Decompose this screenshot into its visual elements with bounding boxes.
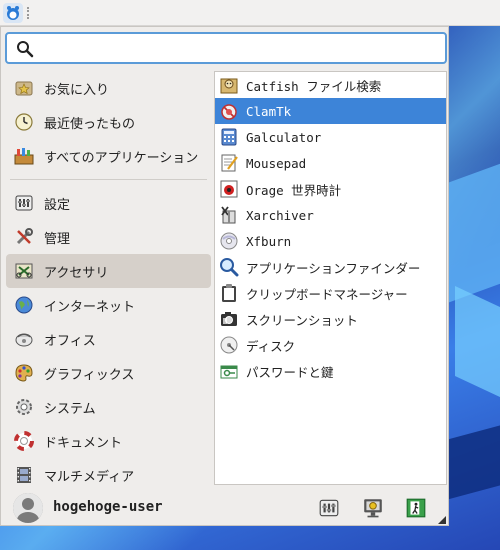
whisker-menu: お気に入り 最近使ったもの すべてのアプリケーション 設定 管理 アクセサリ イ…	[0, 26, 449, 526]
app-label: パスワードと鍵	[246, 364, 334, 380]
app-label: クリップボードマネージャー	[246, 286, 408, 302]
category-label: すべてのアプリケーション	[44, 150, 199, 166]
app-item-orage-clock[interactable]: Orage 世界時計	[215, 176, 446, 202]
screenshot-icon	[218, 308, 240, 330]
category-accessories[interactable]: アクセサリ	[6, 254, 211, 288]
app-finder-icon	[218, 256, 240, 278]
multimedia-film-icon	[12, 463, 36, 487]
category-favorites[interactable]: お気に入り	[6, 71, 211, 105]
panel-handle[interactable]	[27, 7, 31, 19]
app-item-app-finder[interactable]: アプリケーションファインダー	[215, 254, 446, 280]
logout-button[interactable]	[404, 496, 428, 520]
app-label: アプリケーションファインダー	[246, 260, 421, 276]
category-label: アクセサリ	[44, 265, 109, 281]
text-editor-icon	[218, 152, 240, 174]
category-label: オフィス	[44, 333, 96, 349]
recent-clock-icon	[12, 110, 36, 134]
app-item-mousepad[interactable]: Mousepad	[215, 150, 446, 176]
app-label: Xfburn	[246, 233, 292, 249]
favorites-icon	[12, 76, 36, 100]
calculator-icon	[218, 126, 240, 148]
category-admin[interactable]: 管理	[6, 220, 211, 254]
app-label: Orage 世界時計	[246, 182, 342, 198]
category-system[interactable]: システム	[6, 390, 211, 424]
globe-icon	[12, 293, 36, 317]
archiver-icon	[218, 204, 240, 226]
catfish-icon	[218, 74, 240, 96]
clipboard-icon	[218, 282, 240, 304]
app-item-galculator[interactable]: Galculator	[215, 124, 446, 150]
wallpaper-shape	[455, 286, 500, 404]
passwords-keys-icon	[218, 360, 240, 382]
lock-screen-button[interactable]	[361, 496, 385, 520]
category-label: ドキュメント	[44, 435, 123, 451]
wallpaper-shape	[448, 420, 500, 500]
app-label: ClamTk	[246, 103, 292, 119]
menu-footer: hogehoge-user	[1, 490, 448, 526]
app-item-xfburn[interactable]: Xfburn	[215, 228, 446, 254]
category-recent[interactable]: 最近使ったもの	[6, 105, 211, 139]
category-internet[interactable]: インターネット	[6, 288, 211, 322]
wallpaper-shape	[448, 157, 500, 303]
disc-burner-icon	[218, 230, 240, 252]
app-label: ディスク	[246, 338, 296, 354]
whisker-menu-button[interactable]	[3, 3, 23, 23]
application-list: Catfish ファイル検索 ClamTk Galculator Mousepa…	[214, 71, 447, 485]
category-label: お気に入り	[44, 82, 110, 98]
app-label: スクリーンショット	[246, 312, 358, 328]
app-item-catfish[interactable]: Catfish ファイル検索	[215, 72, 446, 98]
category-label: 設定	[44, 197, 71, 213]
app-item-screenshot[interactable]: スクリーンショット	[215, 306, 446, 332]
search-box[interactable]	[5, 32, 447, 64]
logout-icon	[406, 498, 426, 518]
graphics-palette-icon	[12, 361, 36, 385]
category-label: インターネット	[44, 299, 136, 315]
category-list: お気に入り 最近使ったもの すべてのアプリケーション 設定 管理 アクセサリ イ…	[6, 71, 211, 492]
disks-icon	[218, 334, 240, 356]
category-documents[interactable]: ドキュメント	[6, 424, 211, 458]
help-lifebuoy-icon	[12, 429, 36, 453]
category-label: 管理	[44, 231, 71, 247]
top-panel	[0, 0, 500, 26]
admin-tools-icon	[12, 225, 36, 249]
username: hogehoge-user	[53, 499, 163, 515]
search-input[interactable]	[39, 37, 439, 59]
settings-manager-button[interactable]	[317, 496, 341, 520]
category-all-applications[interactable]: すべてのアプリケーション	[6, 139, 211, 173]
category-label: マルチメディア	[44, 469, 135, 485]
category-label: システム	[44, 401, 96, 417]
avatar	[13, 493, 43, 523]
category-settings[interactable]: 設定	[6, 186, 211, 220]
app-item-clamtk[interactable]: ClamTk	[215, 98, 446, 124]
lock-screen-icon	[364, 499, 382, 518]
resize-grip[interactable]	[438, 516, 446, 524]
world-clock-icon	[218, 178, 240, 200]
all-apps-icon	[12, 144, 36, 168]
office-icon	[12, 327, 36, 351]
separator	[10, 179, 207, 180]
app-label: Catfish ファイル検索	[246, 78, 382, 94]
category-office[interactable]: オフィス	[6, 322, 211, 356]
category-label: 最近使ったもの	[44, 116, 136, 132]
app-item-clipboard[interactable]: クリップボードマネージャー	[215, 280, 446, 306]
app-label: Xarchiver	[246, 207, 314, 223]
app-label: Galculator	[246, 129, 322, 145]
xfce-mouse-icon	[7, 6, 19, 20]
category-multimedia[interactable]: マルチメディア	[6, 458, 211, 492]
category-graphics[interactable]: グラフィックス	[6, 356, 211, 390]
app-item-xarchiver[interactable]: Xarchiver	[215, 202, 446, 228]
app-label: Mousepad	[246, 155, 307, 171]
settings-icon	[12, 191, 36, 215]
app-item-disks[interactable]: ディスク	[215, 332, 446, 358]
settings-icon	[319, 499, 339, 517]
app-item-passwords-keys[interactable]: パスワードと鍵	[215, 358, 446, 384]
accessories-icon	[12, 259, 36, 283]
search-icon	[17, 41, 34, 58]
clamtk-icon	[218, 100, 240, 122]
category-label: グラフィックス	[44, 367, 135, 383]
system-gear-icon	[12, 395, 36, 419]
